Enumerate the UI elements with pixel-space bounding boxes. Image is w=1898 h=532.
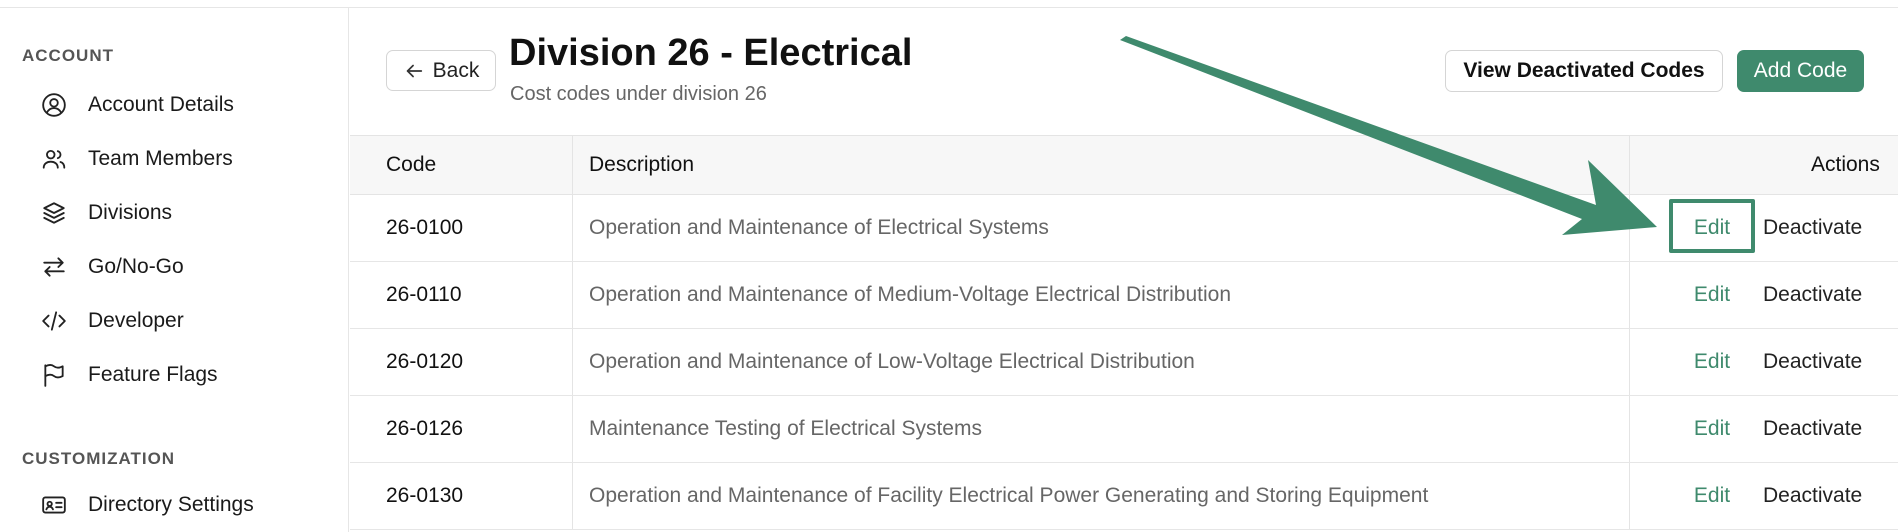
sidebar-item-go-no-go[interactable]: Go/No-Go <box>40 247 330 287</box>
sidebar-item-label: Divisions <box>88 201 173 224</box>
column-header-description: Description <box>589 153 695 176</box>
page-subtitle: Cost codes under division 26 <box>510 83 767 105</box>
sidebar-item-developer[interactable]: Developer <box>40 301 330 341</box>
cost-code: 26-0100 <box>386 216 464 239</box>
edit-link[interactable]: Edit <box>1694 329 1730 395</box>
deactivate-link[interactable]: Deactivate <box>1763 195 1862 261</box>
sidebar-item-label: Developer <box>88 309 184 332</box>
sidebar-item-label: Go/No-Go <box>88 255 184 278</box>
table-row: 26-0120 Operation and Maintenance of Low… <box>350 329 1898 396</box>
column-divider <box>1629 195 1630 261</box>
cost-code: 26-0130 <box>386 484 464 507</box>
table-row: 26-0100 Operation and Maintenance of Ele… <box>350 195 1898 262</box>
deactivate-link[interactable]: Deactivate <box>1763 396 1862 462</box>
column-divider <box>1629 136 1630 194</box>
id-card-icon <box>40 491 68 519</box>
column-divider <box>572 463 573 529</box>
cost-code-description: Operation and Maintenance of Low-Voltage… <box>589 350 1195 373</box>
sidebar-item-team-members[interactable]: Team Members <box>40 139 330 179</box>
section-label-customization: CUSTOMIZATION <box>22 449 176 468</box>
cost-code: 26-0126 <box>386 417 464 440</box>
back-button[interactable]: Back <box>386 50 496 91</box>
column-divider <box>572 396 573 462</box>
flag-icon <box>40 361 68 389</box>
table-header: Code Description Actions <box>350 135 1898 195</box>
column-header-actions: Actions <box>1811 153 1880 176</box>
table-row: 26-0130 Operation and Maintenance of Fac… <box>350 463 1898 530</box>
sidebar-item-label: Team Members <box>88 147 233 170</box>
user-circle-icon <box>40 91 68 119</box>
sidebar-item-label: Feature Flags <box>88 363 218 386</box>
sidebar-item-divisions[interactable]: Divisions <box>40 193 330 233</box>
sidebar-item-account-details[interactable]: Account Details <box>40 85 330 125</box>
column-divider <box>1629 463 1630 529</box>
back-button-label: Back <box>432 58 480 82</box>
column-divider <box>572 262 573 328</box>
add-code-button[interactable]: Add Code <box>1737 50 1864 92</box>
cost-code-description: Operation and Maintenance of Medium-Volt… <box>589 283 1232 306</box>
arrow-left-icon <box>406 64 422 77</box>
column-divider <box>572 195 573 261</box>
cost-code: 26-0110 <box>386 283 462 306</box>
column-divider <box>1629 262 1630 328</box>
cost-code-description: Operation and Maintenance of Facility El… <box>589 484 1429 507</box>
sidebar-item-feature-flags[interactable]: Feature Flags <box>40 355 330 395</box>
cost-code-description: Maintenance Testing of Electrical System… <box>589 417 982 440</box>
cost-code: 26-0120 <box>386 350 464 373</box>
column-divider <box>1629 396 1630 462</box>
edit-link[interactable]: Edit <box>1694 396 1730 462</box>
sidebar-item-label: Account Details <box>88 93 234 116</box>
table-row: 26-0126 Maintenance Testing of Electrica… <box>350 396 1898 463</box>
view-deactivated-codes-button[interactable]: View Deactivated Codes <box>1445 50 1723 92</box>
page-title: Division 26 - Electrical <box>509 32 913 74</box>
column-divider <box>1629 329 1630 395</box>
column-divider <box>572 136 573 194</box>
column-divider <box>572 329 573 395</box>
layers-icon <box>40 199 68 227</box>
cost-code-description: Operation and Maintenance of Electrical … <box>589 216 1049 239</box>
main-content: Back Division 26 - Electrical Cost codes… <box>350 8 1898 532</box>
users-icon <box>40 145 68 173</box>
swap-arrows-icon <box>40 253 68 281</box>
settings-sidebar: ACCOUNT Account Details Team Members Div… <box>0 8 349 532</box>
section-label-account: ACCOUNT <box>22 46 114 65</box>
sidebar-item-label: Directory Settings <box>88 493 254 516</box>
table-row: 26-0110 Operation and Maintenance of Med… <box>350 262 1898 329</box>
edit-link[interactable]: Edit <box>1694 463 1730 529</box>
deactivate-link[interactable]: Deactivate <box>1763 262 1862 328</box>
edit-link[interactable]: Edit <box>1694 262 1730 328</box>
column-header-code: Code <box>386 153 437 176</box>
edit-link[interactable]: Edit <box>1694 195 1730 261</box>
cost-codes-table: Code Description Actions 26-0100 Operati… <box>350 135 1898 530</box>
code-icon <box>40 307 68 335</box>
deactivate-link[interactable]: Deactivate <box>1763 463 1862 529</box>
sidebar-item-directory-settings[interactable]: Directory Settings <box>40 485 330 525</box>
deactivate-link[interactable]: Deactivate <box>1763 329 1862 395</box>
